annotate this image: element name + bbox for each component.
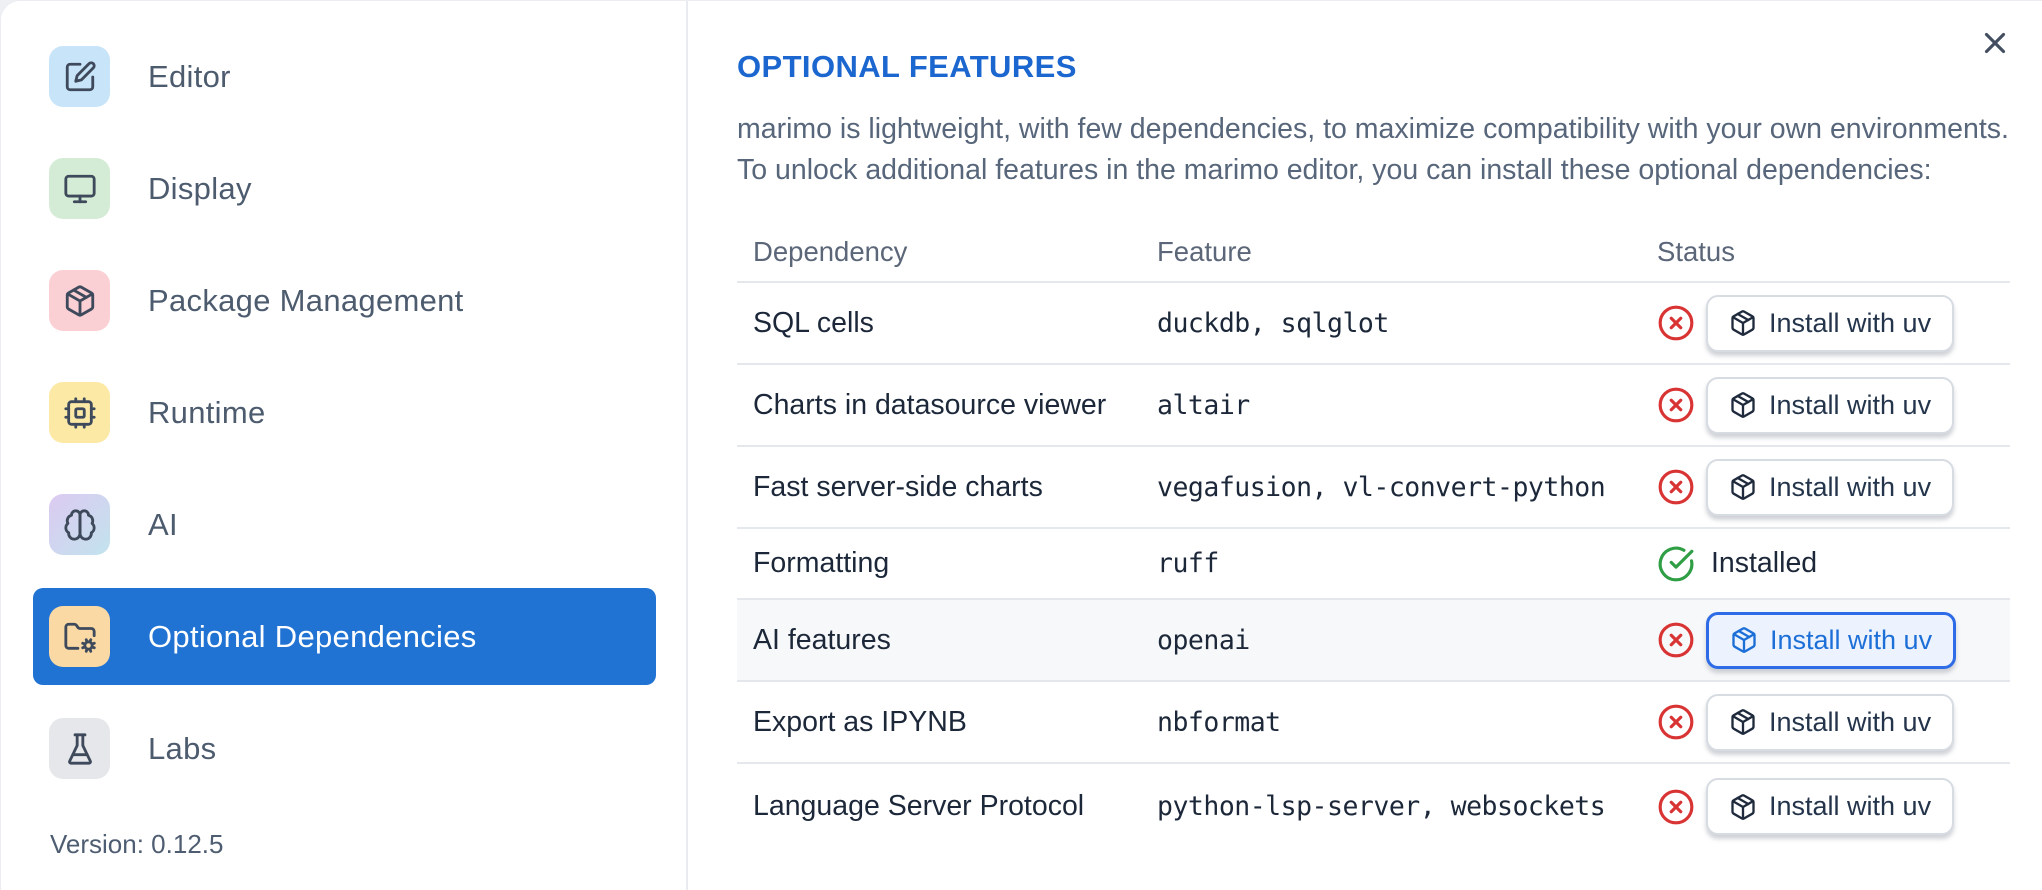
sidebar-item-label: Package Management <box>148 282 464 318</box>
table-row: AI features openai Install with uv <box>737 600 2010 682</box>
cpu-icon <box>49 382 110 443</box>
feature-packages: vegafusion, vl-convert-python <box>1157 471 1606 503</box>
circle-x-icon <box>1657 788 1695 826</box>
install-with-uv-button[interactable]: Install with uv <box>1706 778 1955 835</box>
circle-check-icon <box>1657 545 1695 583</box>
sidebar-item-runtime[interactable]: Runtime <box>33 364 656 461</box>
optional-features-panel: OPTIONAL FEATURES marimo is lightweight,… <box>690 1 2042 890</box>
table-row: Fast server-side charts vegafusion, vl-c… <box>737 447 2010 529</box>
feature-packages: nbformat <box>1157 706 1281 738</box>
dependency-name: AI features <box>753 623 891 656</box>
package-icon <box>1729 708 1757 736</box>
package-icon <box>1729 309 1757 337</box>
install-button-label: Install with uv <box>1769 389 1932 420</box>
column-header-dependency: Dependency <box>753 236 908 267</box>
sidebar-item-label: Runtime <box>148 394 266 430</box>
sidebar-item-package-management[interactable]: Package Management <box>33 252 656 349</box>
dependency-name: Language Server Protocol <box>753 790 1085 822</box>
feature-packages: openai <box>1157 624 1250 656</box>
feature-packages: duckdb, sqlglot <box>1157 307 1389 339</box>
dependency-name: Formatting <box>753 547 890 579</box>
column-header-feature: Feature <box>1157 236 1252 267</box>
install-button-label: Install with uv <box>1769 471 1932 502</box>
sidebar-item-label: Labs <box>148 730 217 766</box>
folder-cog-icon <box>49 606 110 667</box>
settings-dialog: Editor Display Package Management Runtim… <box>0 0 2042 890</box>
package-icon <box>1730 626 1758 654</box>
installed-status-label: Installed <box>1711 547 1818 579</box>
table-row: Export as IPYNB nbformat Install with uv <box>737 682 2010 764</box>
install-with-uv-button[interactable]: Install with uv <box>1706 693 1955 751</box>
install-button-label: Install with uv <box>1770 624 1933 655</box>
page-title: OPTIONAL FEATURES <box>737 49 1077 84</box>
install-with-uv-button[interactable]: Install with uv <box>1706 294 1955 352</box>
install-with-uv-button[interactable]: Install with uv <box>1706 611 1957 669</box>
dependency-name: SQL cells <box>753 306 874 339</box>
package-icon <box>1729 473 1757 501</box>
table-row: Formatting ruff Installed <box>737 529 2010 600</box>
table-row: Charts in datasource viewer altair Insta… <box>737 365 2010 447</box>
circle-x-icon <box>1657 703 1695 741</box>
dependencies-table: Dependency Feature Status SQL cells duck… <box>737 223 2010 849</box>
column-header-status: Status <box>1657 236 1735 267</box>
settings-sidebar: Editor Display Package Management Runtim… <box>1 1 688 890</box>
install-button-label: Install with uv <box>1769 706 1932 737</box>
package-icon <box>1729 391 1757 419</box>
install-with-uv-button[interactable]: Install with uv <box>1706 458 1955 516</box>
table-row: Language Server Protocol python-lsp-serv… <box>737 764 2010 849</box>
sidebar-item-label: Display <box>148 170 252 206</box>
description-line: To unlock additional features in the mar… <box>737 154 1932 186</box>
package-icon <box>49 270 110 331</box>
circle-x-icon <box>1657 304 1695 342</box>
install-button-label: Install with uv <box>1769 791 1932 821</box>
sidebar-item-label: Editor <box>148 58 231 94</box>
sidebar-item-label: AI <box>148 506 178 542</box>
monitor-icon <box>49 158 110 219</box>
sidebar-item-optional-dependencies[interactable]: Optional Dependencies <box>33 588 656 685</box>
circle-x-icon <box>1657 621 1695 659</box>
feature-packages: ruff <box>1157 548 1219 579</box>
description-line: marimo is lightweight, with few dependen… <box>737 113 2009 145</box>
dependency-name: Charts in datasource viewer <box>753 388 1107 421</box>
table-row: SQL cells duckdb, sqlglot Install with u… <box>737 283 2010 365</box>
square-pen-icon <box>49 46 110 107</box>
x-icon <box>1978 32 2012 63</box>
package-icon <box>1729 793 1757 821</box>
brain-icon <box>49 494 110 555</box>
sidebar-item-editor[interactable]: Editor <box>33 28 656 125</box>
table-header-row: Dependency Feature Status <box>737 223 2010 283</box>
circle-x-icon <box>1657 386 1695 424</box>
sidebar-item-display[interactable]: Display <box>33 140 656 237</box>
install-with-uv-button[interactable]: Install with uv <box>1706 376 1955 434</box>
circle-x-icon <box>1657 468 1695 506</box>
dependency-name: Fast server-side charts <box>753 470 1043 503</box>
install-button-label: Install with uv <box>1769 307 1932 338</box>
close-button[interactable] <box>1976 25 2014 63</box>
sidebar-item-label: Optional Dependencies <box>148 618 477 654</box>
panel-description: marimo is lightweight, with few dependen… <box>737 109 2010 191</box>
feature-packages: altair <box>1157 389 1250 421</box>
dependency-name: Export as IPYNB <box>753 705 967 738</box>
flask-icon <box>49 718 110 779</box>
sidebar-item-labs[interactable]: Labs <box>33 700 656 797</box>
version-label: Version: 0.12.5 <box>50 829 224 859</box>
sidebar-item-ai[interactable]: AI <box>33 476 656 573</box>
feature-packages: python-lsp-server, websockets <box>1157 791 1606 822</box>
